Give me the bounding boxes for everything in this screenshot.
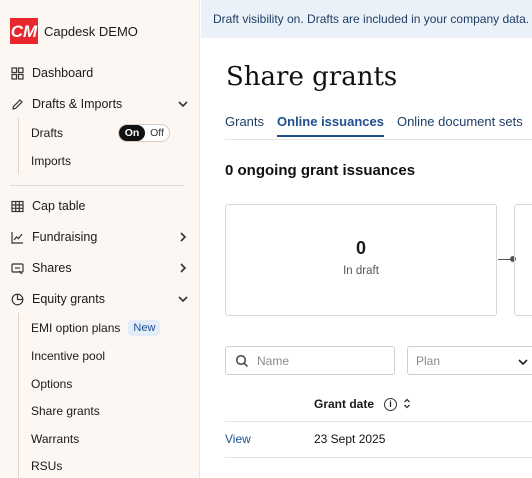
table-header-divider (225, 421, 532, 422)
table-row-divider (225, 457, 532, 458)
search-input[interactable]: Name (225, 346, 395, 375)
ongoing-issuances-heading: 0 ongoing grant issuances (225, 162, 416, 179)
column-header-grant-date-label: Grant date (314, 397, 375, 411)
tab-grants[interactable]: Grants (225, 114, 264, 137)
toggle-on[interactable]: On (119, 125, 145, 141)
svg-text:CM: CM (11, 22, 38, 41)
toggle-off[interactable]: Off (145, 127, 169, 139)
chevron-down-icon[interactable] (176, 97, 190, 111)
new-badge: New (128, 320, 161, 336)
chevron-right-icon[interactable] (176, 230, 190, 244)
brand-name: Capdesk DEMO (44, 23, 138, 39)
nav-equity-grants-label: Equity grants (32, 292, 105, 306)
sidebar-item-imports[interactable]: Imports (31, 150, 71, 172)
nav-dashboard[interactable]: Dashboard (10, 61, 192, 85)
nav-shares-label: Shares (32, 261, 72, 275)
grant-date-cell: 23 Sept 2025 (314, 432, 386, 446)
chart-icon (10, 230, 24, 244)
next-stage-card[interactable] (514, 204, 532, 316)
chevron-down-icon (518, 359, 528, 366)
tab-online-document-sets[interactable]: Online document sets (397, 114, 523, 137)
column-header-grant-date[interactable]: Grant date i (314, 397, 411, 411)
in-draft-card[interactable]: 0 In draft (225, 204, 497, 316)
sidebar: CM Capdesk DEMO Dashboard Drafts & Impor… (0, 0, 200, 478)
nav-drafts-imports-label: Drafts & Imports (32, 97, 123, 111)
pencil-icon (10, 97, 24, 111)
search-icon (235, 354, 249, 367)
sidebar-item-emi[interactable]: EMI option plans New (31, 317, 161, 339)
nav-drafts-imports[interactable]: Drafts & Imports (10, 92, 192, 116)
sidebar-item-share-grants-label: Share grants (31, 404, 100, 418)
sidebar-item-drafts-label: Drafts (31, 126, 64, 140)
submenu-line (18, 313, 19, 478)
info-icon[interactable]: i (384, 397, 398, 411)
grid-icon (10, 66, 24, 80)
brand[interactable]: CM Capdesk DEMO (10, 18, 138, 44)
sidebar-item-incentive-pool-label: Incentive pool (31, 349, 106, 363)
draft-visibility-banner: Draft visibility on. Drafts are included… (201, 0, 532, 38)
chevron-down-icon[interactable] (176, 292, 190, 306)
sidebar-item-warrants[interactable]: Warrants (31, 428, 79, 450)
nav-cap-table[interactable]: Cap table (10, 194, 192, 218)
sidebar-item-share-grants[interactable]: Share grants (31, 400, 100, 422)
nav-dashboard-label: Dashboard (32, 66, 94, 80)
capdesk-logo: CM (10, 18, 38, 44)
nav-fundraising[interactable]: Fundraising (10, 225, 192, 249)
nav-fundraising-label: Fundraising (32, 230, 98, 244)
tabs-divider (225, 139, 532, 140)
in-draft-label: In draft (343, 265, 379, 277)
sidebar-item-rsus[interactable]: RSUs (31, 455, 62, 477)
table-icon (10, 199, 24, 213)
sidebar-divider (10, 185, 185, 186)
sidebar-item-options[interactable]: Options (31, 373, 72, 395)
sidebar-item-incentive-pool[interactable]: Incentive pool (31, 345, 105, 367)
sidebar-item-options-label: Options (31, 377, 73, 391)
sidebar-item-imports-label: Imports (31, 154, 72, 168)
nav-equity-grants[interactable]: Equity grants (10, 287, 192, 311)
shares-icon (10, 261, 24, 275)
chevron-right-icon[interactable] (176, 261, 190, 275)
sidebar-item-warrants-label: Warrants (31, 432, 80, 446)
sidebar-item-rsus-label: RSUs (31, 459, 63, 473)
sidebar-item-emi-label: EMI option plans (31, 321, 121, 335)
sort-icon[interactable] (403, 398, 411, 411)
tab-bar: Grants Online issuances Online document … (225, 114, 523, 137)
nav-cap-table-label: Cap table (32, 199, 86, 213)
submenu-line (18, 118, 19, 174)
pie-icon (10, 292, 24, 306)
tab-online-issuances[interactable]: Online issuances (277, 114, 384, 137)
drafts-visibility-toggle[interactable]: On Off (118, 124, 170, 142)
search-placeholder: Name (257, 353, 290, 368)
plan-select[interactable]: Plan (407, 346, 532, 375)
plan-placeholder: Plan (416, 353, 441, 368)
view-link[interactable]: View (225, 432, 251, 446)
page-title: Share grants (226, 62, 398, 92)
nav-shares[interactable]: Shares (10, 256, 192, 280)
in-draft-count: 0 (355, 238, 366, 258)
sidebar-item-drafts[interactable]: Drafts (31, 122, 63, 144)
